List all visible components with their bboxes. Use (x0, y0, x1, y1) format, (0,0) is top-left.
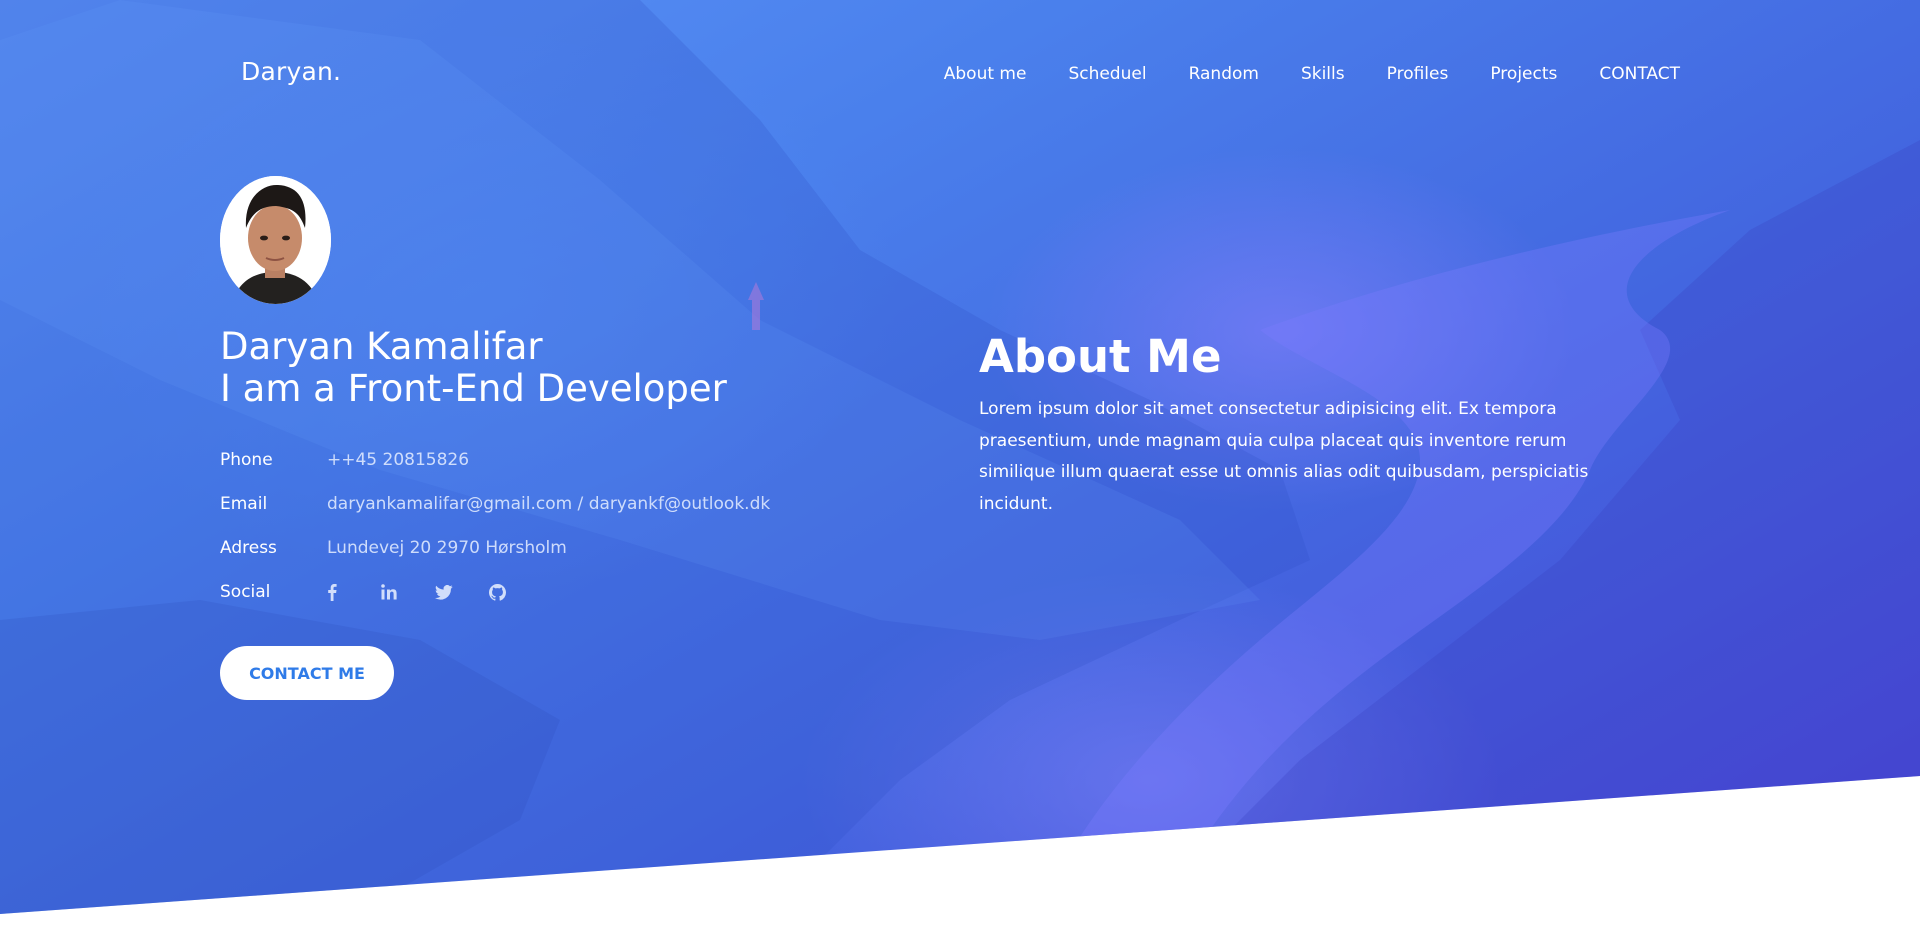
email-row: Email daryankamalifar@gmail.com / daryan… (220, 494, 770, 538)
email-label: Email (220, 494, 268, 514)
brand-logo[interactable]: Daryan. (241, 57, 341, 86)
profile-photo (220, 176, 331, 304)
phone-row: Phone ++45 20815826 (220, 450, 770, 494)
twitter-icon[interactable] (435, 582, 489, 602)
contact-me-button[interactable]: CONTACT ME (220, 646, 394, 700)
profile-name: Daryan Kamalifar (220, 325, 543, 368)
nav-contact[interactable]: CONTACT (1599, 64, 1680, 84)
phone-label: Phone (220, 450, 273, 470)
email-value[interactable]: daryankamalifar@gmail.com / daryankf@out… (327, 494, 770, 514)
about-title: About Me (979, 330, 1222, 383)
avatar (220, 176, 331, 304)
about-text: Lorem ipsum dolor sit amet consectetur a… (979, 399, 1589, 514)
facebook-icon[interactable] (327, 582, 381, 602)
intro-heading: Daryan Kamalifar I am a Front-End Develo… (220, 326, 727, 410)
github-icon[interactable] (489, 582, 543, 602)
address-label: Adress (220, 538, 277, 558)
address-value: Lundevej 20 2970 Hørsholm (327, 538, 567, 558)
profile-role: I am a Front-End Developer (220, 367, 727, 410)
social-links (327, 582, 543, 602)
nav-random[interactable]: Random (1189, 64, 1259, 84)
nav-scheduel[interactable]: Scheduel (1068, 64, 1146, 84)
nav-projects[interactable]: Projects (1490, 64, 1557, 84)
social-label: Social (220, 582, 271, 602)
nav-about-me[interactable]: About me (944, 64, 1027, 84)
address-row: Adress Lundevej 20 2970 Hørsholm (220, 538, 770, 582)
social-row: Social (220, 582, 770, 626)
linkedin-icon[interactable] (381, 582, 435, 602)
contact-info: Phone ++45 20815826 Email daryankamalifa… (220, 450, 770, 626)
nav-profiles[interactable]: Profiles (1387, 64, 1449, 84)
phone-value: ++45 20815826 (327, 450, 470, 470)
nav-skills[interactable]: Skills (1301, 64, 1345, 84)
main-nav: About me Scheduel Random Skills Profiles… (944, 64, 1680, 84)
